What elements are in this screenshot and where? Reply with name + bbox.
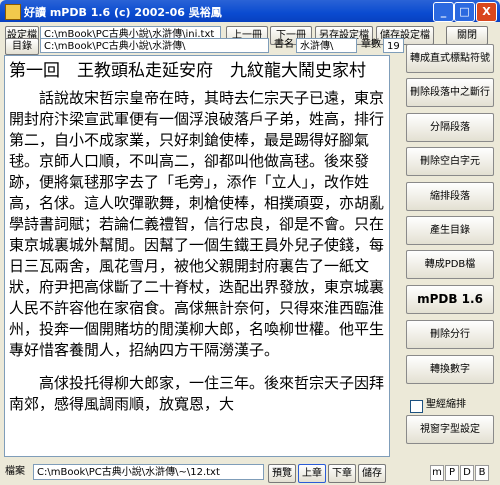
- maximize-button[interactable]: □: [454, 2, 475, 22]
- convert-vertical-punct-button[interactable]: 轉成直式標點符號: [406, 44, 494, 73]
- option-m[interactable]: m: [430, 465, 444, 481]
- file-field[interactable]: C:\mBook\PC古典小說\水滸傳\~\12.txt: [33, 464, 264, 480]
- option-b[interactable]: B: [475, 465, 489, 481]
- preview-button[interactable]: 預覽: [268, 464, 296, 483]
- close-window-button[interactable]: X: [476, 2, 497, 22]
- book-name-field[interactable]: 水滸傳\: [296, 38, 357, 53]
- title-bar: 好讀 mPDB 1.6 (c) 2002-06 吳裕鳳 _ □ X: [0, 0, 500, 22]
- catalog-button[interactable]: 目錄: [5, 38, 39, 55]
- indent-checkbox[interactable]: [410, 400, 423, 413]
- chapter-title: 第一回 王教頭私走延安府 九紋龍大鬧史家村: [9, 61, 366, 81]
- convert-digits-button[interactable]: 轉換數字: [406, 355, 494, 384]
- catalog-field[interactable]: C:\mBook\PC古典小說\水滸傳\: [40, 38, 269, 53]
- split-paragraphs-button[interactable]: 分隔段落: [406, 113, 494, 142]
- save-button[interactable]: 儲存: [358, 464, 386, 483]
- close-button[interactable]: 關閉: [446, 26, 488, 45]
- prev-chapter-button[interactable]: 上章: [298, 464, 326, 483]
- delete-blank-chars-button[interactable]: 刪除空白字元: [406, 147, 494, 176]
- app-icon: [5, 4, 21, 20]
- file-label: 檔案: [5, 466, 25, 477]
- chapter-count-field[interactable]: 19: [383, 38, 404, 53]
- generate-catalog-button[interactable]: 產生目錄: [406, 216, 494, 245]
- indent-checkbox-label: 聖經縮排: [426, 399, 466, 410]
- indent-paragraphs-button[interactable]: 縮排段落: [406, 182, 494, 211]
- brand-label: mPDB 1.6: [406, 285, 494, 314]
- delete-paragraph-breaks-button[interactable]: 刪除段落中之斷行: [406, 78, 494, 107]
- option-p[interactable]: P: [445, 465, 459, 481]
- option-d[interactable]: D: [460, 465, 474, 481]
- document-text-area[interactable]: 第一回 王教頭私走延安府 九紋龍大鬧史家村 話說故宋哲宗皇帝在時，其時去仁宗天子…: [4, 55, 390, 457]
- window-title: 好讀 mPDB 1.6 (c) 2002-06 吳裕鳳: [24, 6, 222, 19]
- minimize-button[interactable]: _: [433, 2, 454, 22]
- paragraph-1: 話說故宋哲宗皇帝在時，其時去仁宗天子已遠，東京開封府汴梁宣武軍便有一個浮浪破落戶…: [9, 89, 385, 359]
- next-chapter-button[interactable]: 下章: [328, 464, 356, 483]
- book-name-label: 書名: [274, 39, 294, 50]
- convert-pdb-button[interactable]: 轉成PDB檔: [406, 250, 494, 279]
- chapter-count-label: 章數: [361, 39, 381, 50]
- delete-page-breaks-button[interactable]: 刪除分行: [406, 320, 494, 349]
- window-font-settings-button[interactable]: 視窗字型設定: [406, 415, 494, 444]
- paragraph-2: 高俅投托得柳大郎家，一住三年。後來哲宗天子因拜南郊，感得風調雨順，放寬恩，大: [9, 374, 385, 413]
